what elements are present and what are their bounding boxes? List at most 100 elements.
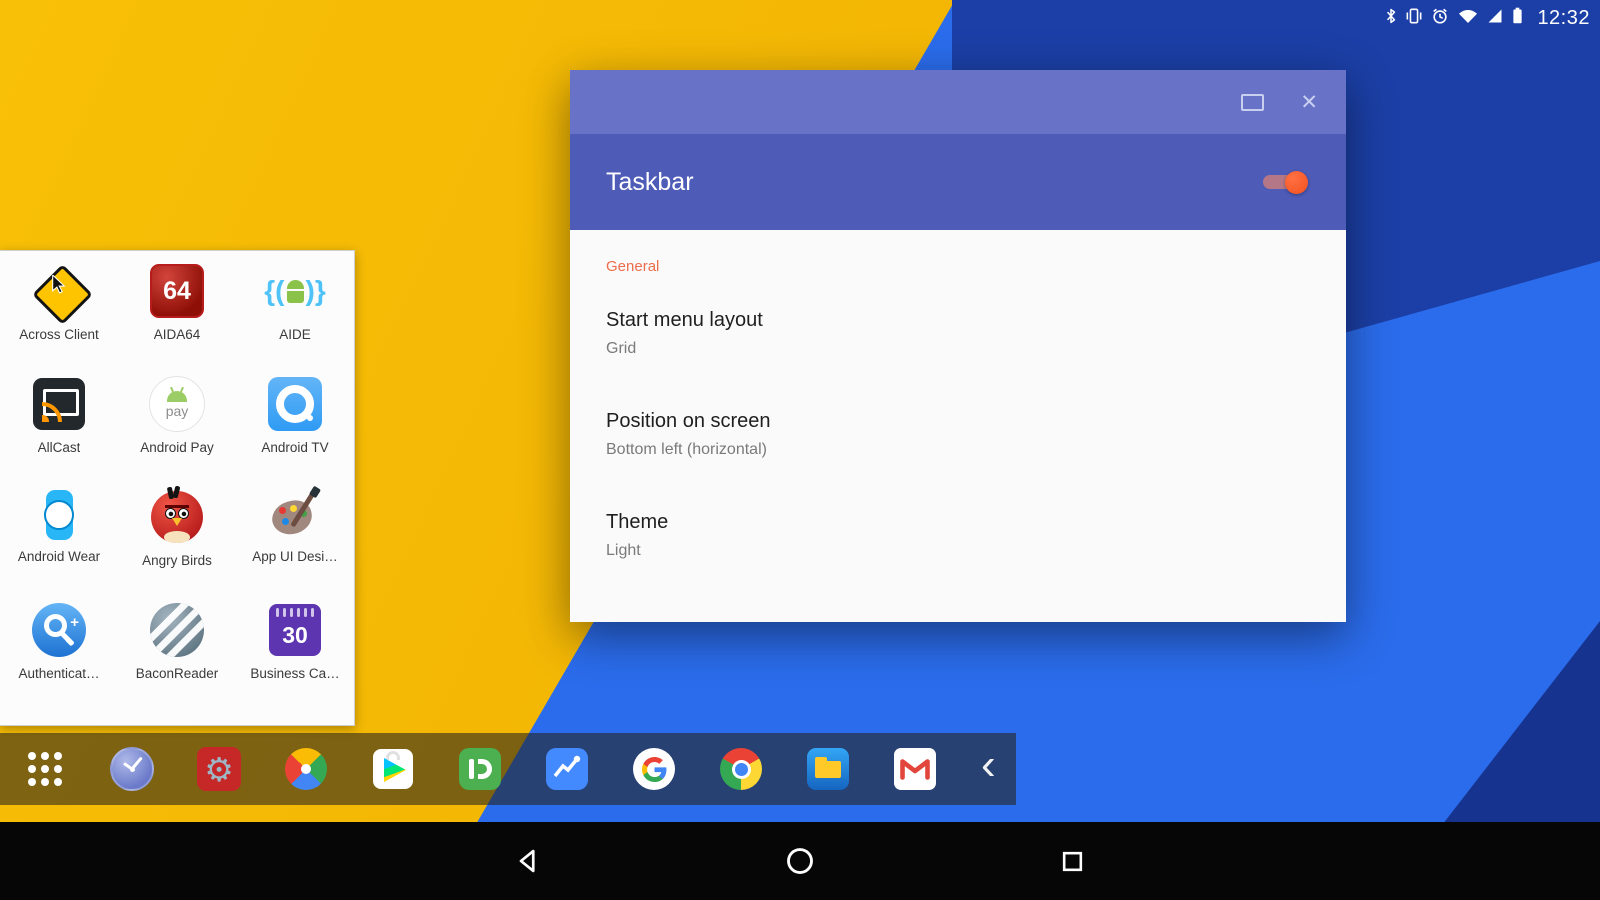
google-photos-icon [285, 748, 327, 790]
app-item-android-pay[interactable]: pay Android Pay [118, 374, 236, 487]
wifi-icon [1458, 8, 1478, 29]
taskbar-item-chrome[interactable] [718, 746, 764, 792]
taskbar-settings-window: ✕ Taskbar General Start menu layout Grid… [570, 70, 1346, 622]
android-nav-bar [0, 822, 1600, 900]
bacon-stripes-shape [150, 603, 204, 657]
battery-icon [1512, 7, 1523, 29]
taskbar-item-gmail[interactable] [892, 746, 938, 792]
app-label: Android Wear [18, 549, 100, 564]
clock-app-icon [110, 747, 154, 791]
android-head-shape [167, 391, 187, 402]
app-item-aide[interactable]: {( )} AIDE [236, 261, 354, 374]
setting-label: Start menu layout [606, 309, 1310, 332]
maximize-button[interactable] [1241, 94, 1264, 111]
setting-value: Bottom left (horizontal) [606, 441, 1310, 459]
play-store-icon [373, 749, 413, 789]
settings-content: General Start menu layout Grid Position … [570, 230, 1346, 622]
pushbullet-icon [459, 748, 501, 790]
taskbar-item-solid-explorer[interactable] [805, 746, 851, 792]
setting-theme[interactable]: Theme Light [606, 511, 1310, 560]
allcast-icon [29, 374, 89, 434]
app-label: AIDA64 [154, 327, 201, 342]
app-item-aida64[interactable]: 64 AIDA64 [118, 261, 236, 374]
setting-start-menu-layout[interactable]: Start menu layout Grid [606, 309, 1310, 358]
back-icon [514, 847, 542, 875]
app-label: Android TV [261, 440, 328, 455]
clock-time: 12:32 [1537, 7, 1590, 30]
watch-face-shape [44, 500, 74, 530]
google-g-icon [633, 748, 675, 790]
across-client-icon [29, 261, 89, 321]
app-item-android-wear[interactable]: Android Wear [0, 487, 118, 600]
taskbar-item-clock[interactable] [109, 746, 155, 792]
app-item-android-tv[interactable]: Android TV [236, 374, 354, 487]
aide-brace-right: )} [306, 277, 326, 305]
status-bar: 12:32 [1385, 0, 1600, 36]
app-label: Android Pay [140, 440, 214, 455]
app-label: Business Ca… [250, 666, 339, 681]
android-tv-icon [265, 374, 325, 434]
home-button[interactable] [770, 831, 830, 891]
app-label: App UI Desi… [252, 549, 338, 564]
maximize-icon [1241, 94, 1264, 111]
business-calendar-icon: 30 [265, 600, 325, 660]
settings-gear-icon: ⚙ [197, 747, 241, 791]
app-label: Angry Birds [142, 553, 212, 568]
solid-explorer-icon [807, 748, 849, 790]
taskbar-strip: ⚙ [0, 733, 1016, 805]
toggle-thumb [1285, 171, 1308, 194]
app-item-angry-birds[interactable]: Angry Birds [118, 487, 236, 600]
app-item-across-client[interactable]: Across Client [0, 261, 118, 374]
cursor-arrow-icon [51, 275, 67, 295]
section-header-general: General [606, 258, 1310, 275]
back-button[interactable] [498, 831, 558, 891]
cellular-signal-icon [1487, 8, 1503, 29]
taskbar-enable-toggle[interactable] [1261, 170, 1308, 194]
android-pay-icon: pay [147, 374, 207, 434]
recents-button[interactable] [1042, 831, 1102, 891]
start-menu-panel: Across Client 64 AIDA64 {( )} AIDE [0, 250, 355, 726]
app-item-allcast[interactable]: AllCast [0, 374, 118, 487]
taskbar-item-play-store[interactable] [370, 746, 416, 792]
gmail-icon [894, 748, 936, 790]
cast-waves-shape [42, 402, 62, 422]
taskbar-collapse-button[interactable]: ‹ [981, 745, 996, 785]
aida64-icon: 64 [147, 261, 207, 321]
app-item-business-calendar[interactable]: 30 Business Ca… [236, 600, 354, 713]
aida64-icon-text: 64 [163, 277, 191, 306]
app-label: Across Client [19, 327, 99, 342]
app-label: Authenticat… [18, 666, 99, 681]
recents-icon [1059, 848, 1086, 875]
app-item-baconreader[interactable]: BaconReader [118, 600, 236, 713]
app-label: BaconReader [136, 666, 219, 681]
window-controls-bar: ✕ [570, 70, 1346, 134]
calendar-icon-text: 30 [269, 622, 321, 649]
close-button[interactable]: ✕ [1300, 92, 1318, 113]
app-label: AllCast [38, 440, 81, 455]
baconreader-icon [147, 600, 207, 660]
setting-position-on-screen[interactable]: Position on screen Bottom left (horizont… [606, 410, 1310, 459]
app-label: AIDE [279, 327, 311, 342]
window-header: Taskbar [570, 134, 1346, 230]
setting-value: Light [606, 542, 1310, 560]
pay-icon-text: pay [166, 404, 189, 418]
taskbar-item-pushbullet[interactable] [457, 746, 503, 792]
app-item-app-ui-designer[interactable]: App UI Desi… [236, 487, 354, 600]
android-robot-shape [287, 280, 304, 303]
setting-label: Position on screen [606, 410, 1310, 433]
app-ui-designer-icon [267, 487, 323, 543]
android-wear-icon [31, 487, 87, 543]
apps-grid-icon [28, 752, 62, 786]
all-apps-button[interactable] [22, 746, 68, 792]
taskbar-item-settings[interactable]: ⚙ [196, 746, 242, 792]
taskbar-item-photos[interactable] [283, 746, 329, 792]
spiral-binding-shape [276, 608, 314, 617]
taskbar-item-trends[interactable] [544, 746, 590, 792]
android-desktop-screen: 12:32 ✕ Taskbar General Start menu layou… [0, 0, 1600, 900]
app-item-authenticator[interactable]: + Authenticat… [0, 600, 118, 713]
alarm-icon [1431, 7, 1449, 30]
authenticator-icon: + [29, 600, 89, 660]
bluetooth-icon [1385, 7, 1397, 30]
taskbar-item-google[interactable] [631, 746, 677, 792]
angry-birds-icon [147, 487, 207, 547]
